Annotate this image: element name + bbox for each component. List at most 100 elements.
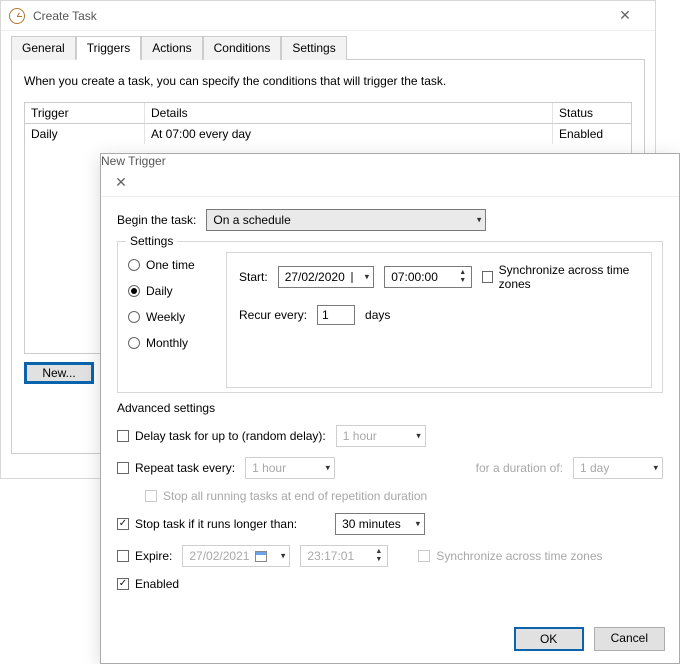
col-trigger[interactable]: Trigger <box>25 103 145 123</box>
stop-all-checkbox: Stop all running tasks at end of repetit… <box>145 489 427 503</box>
checkbox-icon <box>117 550 129 562</box>
expire-checkbox[interactable]: Expire: <box>117 549 172 563</box>
clock-icon <box>9 8 25 24</box>
begin-value: On a schedule <box>213 213 290 227</box>
radio-label: Daily <box>146 284 173 298</box>
repeat-duration-combo: 1 day ▾ <box>573 457 663 479</box>
tab-conditions[interactable]: Conditions <box>203 36 282 60</box>
close-icon[interactable]: ✕ <box>101 168 141 196</box>
begin-label: Begin the task: <box>117 213 196 227</box>
chevron-down-icon: ▾ <box>281 551 286 562</box>
table-row[interactable]: Daily At 07:00 every day Enabled <box>25 124 631 145</box>
calendar-icon <box>255 551 267 562</box>
expire-date-value: 27/02/2021 <box>189 549 249 563</box>
enabled-label: Enabled <box>135 577 179 591</box>
schedule-radios: One time Daily Weekly Monthly <box>128 252 212 388</box>
checkbox-icon <box>145 490 157 502</box>
advanced-settings-label: Advanced settings <box>117 401 663 415</box>
expire-date-picker: 27/02/2021 ▾ <box>182 545 290 567</box>
tab-actions[interactable]: Actions <box>141 36 202 60</box>
cell-details: At 07:00 every day <box>145 124 553 144</box>
chevron-down-icon: ▾ <box>653 463 658 474</box>
radio-icon <box>128 311 140 323</box>
tabs-bar: General Triggers Actions Conditions Sett… <box>1 31 655 59</box>
stop-if-checkbox[interactable]: Stop task if it runs longer than: <box>117 517 297 531</box>
cell-status: Enabled <box>553 124 631 144</box>
radio-daily[interactable]: Daily <box>128 284 212 298</box>
chevron-down-icon: ▾ <box>416 519 421 530</box>
spinner-arrows-icon: ▲▼ <box>459 269 469 285</box>
delay-label: Delay task for up to (random delay): <box>135 429 326 443</box>
start-time-spinner[interactable]: 07:00:00 ▲▼ <box>384 266 472 288</box>
schedule-pane: Start: 27/02/2020 ▾ 07:00:00 ▲▼ Syn <box>226 252 652 388</box>
radio-icon <box>128 337 140 349</box>
radio-label: One time <box>146 258 195 272</box>
col-details[interactable]: Details <box>145 103 553 123</box>
col-status[interactable]: Status <box>553 103 631 123</box>
tab-settings[interactable]: Settings <box>281 36 346 60</box>
repeat-checkbox[interactable]: Repeat task every: <box>117 461 235 475</box>
stop-all-label: Stop all running tasks at end of repetit… <box>163 489 427 503</box>
checkbox-icon <box>482 271 492 283</box>
cell-trigger: Daily <box>25 124 145 144</box>
ok-button[interactable]: OK <box>514 627 584 651</box>
repeat-value: 1 hour <box>252 461 286 475</box>
radio-monthly[interactable]: Monthly <box>128 336 212 350</box>
tab-triggers[interactable]: Triggers <box>76 36 142 60</box>
start-time-value: 07:00:00 <box>391 270 438 284</box>
stop-if-combo[interactable]: 30 minutes ▾ <box>335 513 425 535</box>
repeat-combo: 1 hour ▾ <box>245 457 335 479</box>
start-label: Start: <box>239 270 268 284</box>
cancel-button[interactable]: Cancel <box>594 627 665 651</box>
spinner-arrows-icon: ▲▼ <box>375 548 385 564</box>
recur-value-input[interactable]: 1 <box>317 305 355 325</box>
new-trigger-window: New Trigger ✕ Begin the task: On a sched… <box>100 153 680 664</box>
checkbox-icon <box>117 430 129 442</box>
checkbox-icon <box>117 518 129 530</box>
expire-sync-tz-checkbox: Synchronize across time zones <box>418 549 602 563</box>
checkbox-icon <box>117 578 129 590</box>
radio-icon <box>128 285 140 297</box>
radio-label: Monthly <box>146 336 188 350</box>
chevron-down-icon: ▾ <box>416 431 421 442</box>
enabled-checkbox[interactable]: Enabled <box>117 577 179 591</box>
stop-if-label: Stop task if it runs longer than: <box>135 517 297 531</box>
delay-checkbox[interactable]: Delay task for up to (random delay): <box>117 429 326 443</box>
expire-label: Expire: <box>135 549 172 563</box>
chevron-down-icon: ▾ <box>365 272 370 283</box>
new-trigger-body: Begin the task: On a schedule ▾ Settings… <box>101 197 679 611</box>
radio-one-time[interactable]: One time <box>128 258 212 272</box>
sync-tz-checkbox[interactable]: Synchronize across time zones <box>482 263 639 291</box>
expire-time-value: 23:17:01 <box>307 549 354 563</box>
radio-icon <box>128 259 140 271</box>
repeat-duration-value: 1 day <box>580 461 609 475</box>
delay-value: 1 hour <box>343 429 377 443</box>
new-trigger-title: New Trigger <box>101 154 166 168</box>
start-date-value: 27/02/2020 <box>285 270 345 284</box>
new-trigger-titlebar: New Trigger ✕ <box>101 154 679 197</box>
close-icon[interactable]: ✕ <box>605 2 645 30</box>
calendar-icon <box>351 272 353 283</box>
checkbox-icon <box>418 550 430 562</box>
tab-general[interactable]: General <box>11 36 76 60</box>
modal-footer: OK Cancel <box>514 627 665 651</box>
create-task-titlebar: Create Task ✕ <box>1 1 655 31</box>
start-date-picker[interactable]: 27/02/2020 ▾ <box>278 266 375 288</box>
chevron-down-icon: ▾ <box>326 463 331 474</box>
repeat-label: Repeat task every: <box>135 461 235 475</box>
recur-unit: days <box>365 308 390 322</box>
begin-row: Begin the task: On a schedule ▾ <box>117 209 663 231</box>
recur-label: Recur every: <box>239 308 307 322</box>
sync-tz-label: Synchronize across time zones <box>499 263 639 291</box>
triggers-grid-header: Trigger Details Status <box>24 102 632 124</box>
expire-time-spinner: 23:17:01 ▲▼ <box>300 545 388 567</box>
create-task-title: Create Task <box>33 9 597 23</box>
radio-weekly[interactable]: Weekly <box>128 310 212 324</box>
begin-select[interactable]: On a schedule ▾ <box>206 209 486 231</box>
chevron-down-icon: ▾ <box>477 215 482 226</box>
settings-legend: Settings <box>126 234 177 248</box>
repeat-duration-label: for a duration of: <box>476 461 563 475</box>
radio-label: Weekly <box>146 310 185 324</box>
new-trigger-button[interactable]: New... <box>24 362 94 384</box>
settings-fieldset: Settings One time Daily Weekly <box>117 241 663 393</box>
